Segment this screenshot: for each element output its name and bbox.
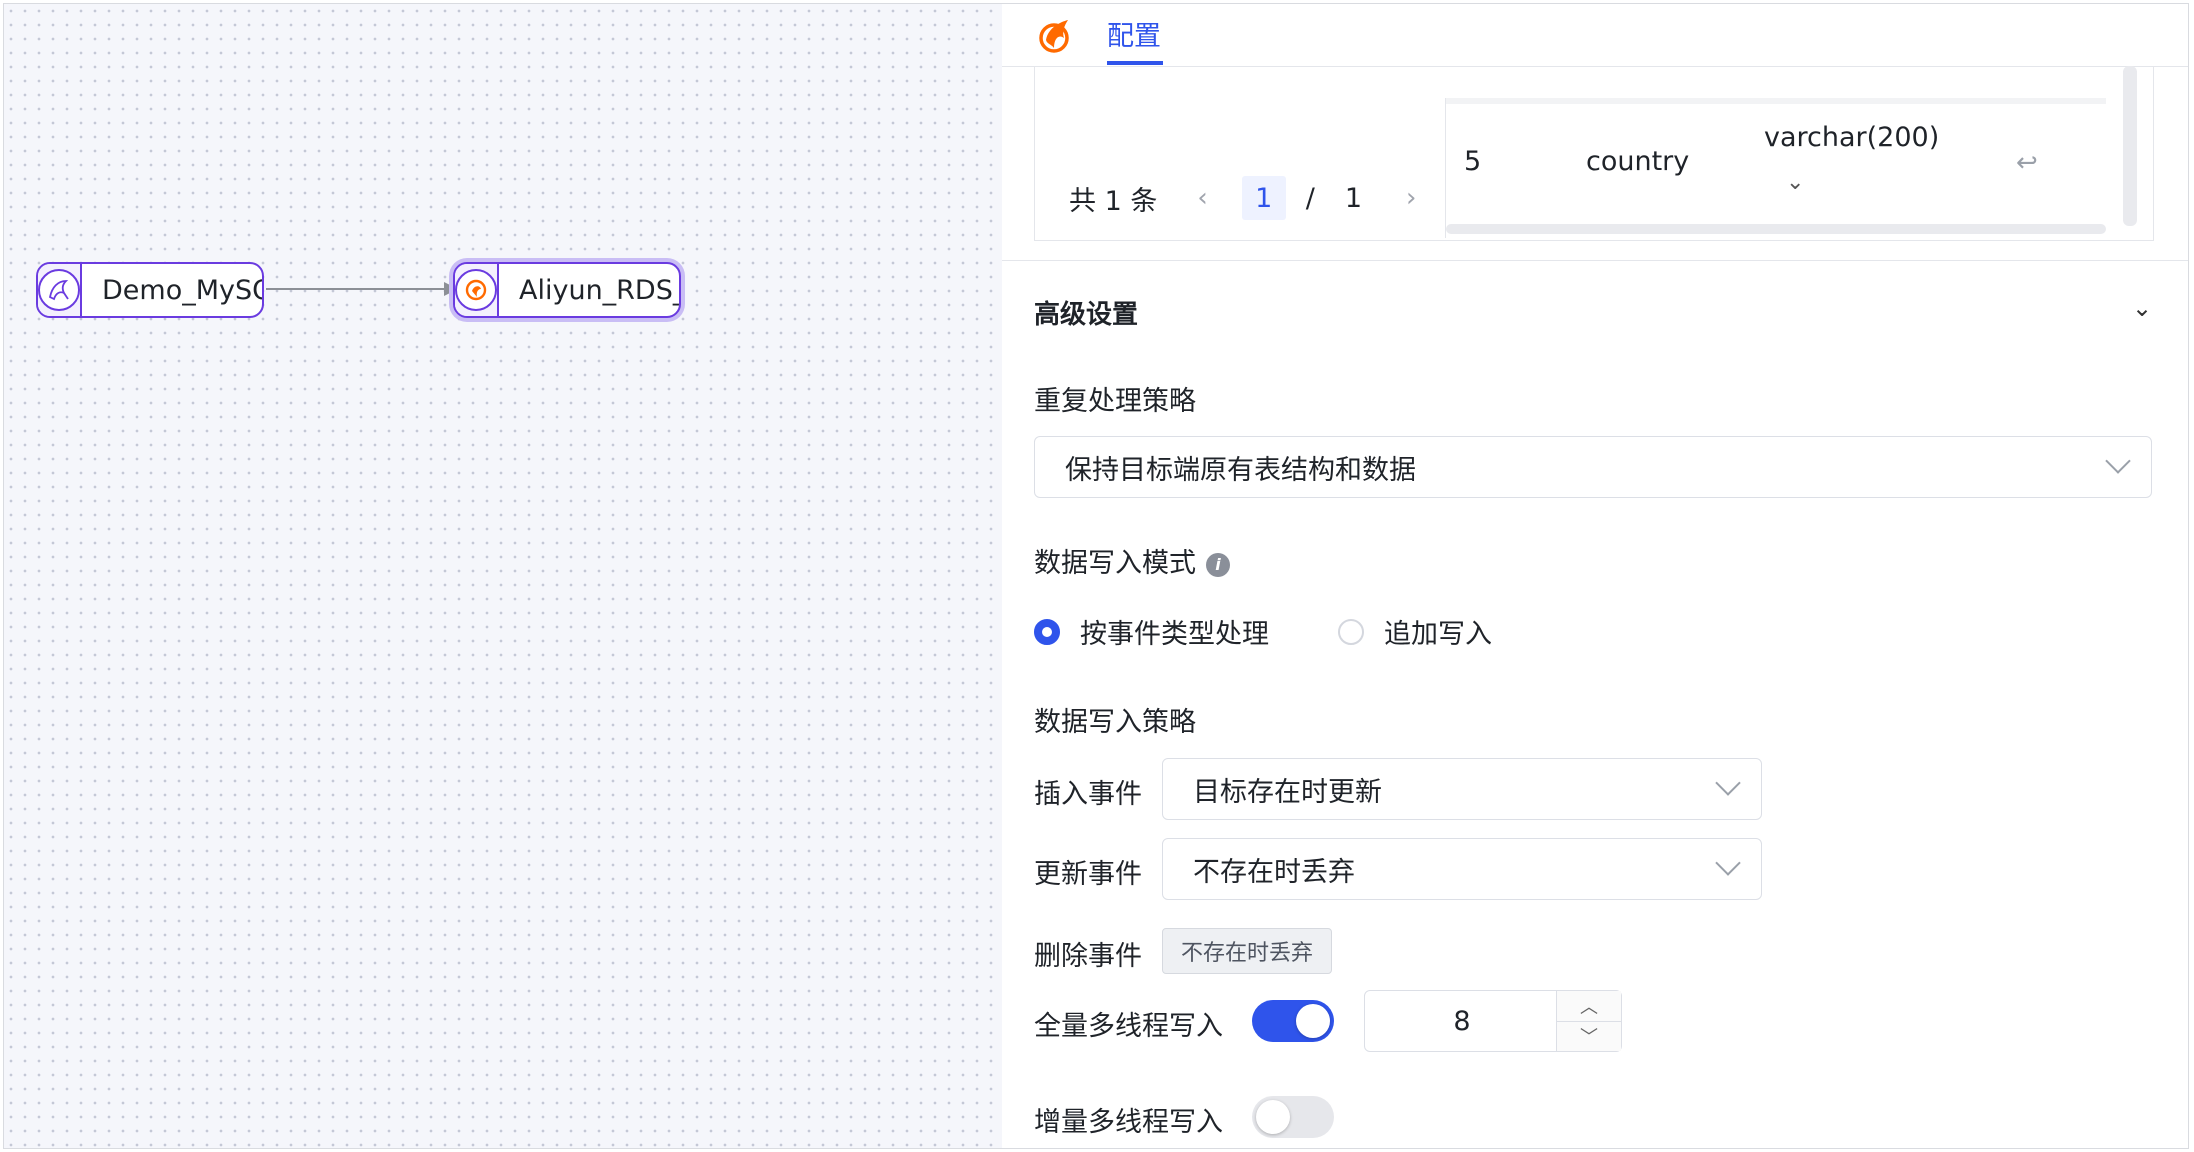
target-node[interactable]: Aliyun_RDS_M... <box>453 262 681 318</box>
target-node-icon-box <box>455 264 499 316</box>
delete-event-label: 删除事件 <box>1034 941 1142 972</box>
chevron-right-icon[interactable]: › <box>1406 183 1416 213</box>
source-node-label: Demo_MySQL <box>102 274 262 306</box>
update-event-value: 不存在时丢弃 <box>1193 856 1355 888</box>
undo-icon[interactable]: ↩ <box>2016 148 2038 178</box>
update-event-select[interactable]: 不存在时丢弃 <box>1162 838 1762 900</box>
field-name: country <box>1586 146 1690 177</box>
chevron-down-icon <box>1715 770 1741 796</box>
thread-count-stepper[interactable]: 8 ︿ ﹀ <box>1364 990 1622 1052</box>
radio-checked-icon <box>1034 618 1060 645</box>
insert-event-value: 目标存在时更新 <box>1193 776 1382 808</box>
target-node-label: Aliyun_RDS_M... <box>519 274 681 306</box>
source-node-icon-box <box>38 264 82 316</box>
toggle-knob <box>1296 1004 1330 1038</box>
config-panel: 配置 共 1 条 ‹ 1 / 1 › 5 country varchar(200… <box>1002 4 2188 1148</box>
pagination-total: 共 1 条 <box>1069 185 1158 217</box>
field-index: 5 <box>1464 146 1482 177</box>
insert-event-label: 插入事件 <box>1034 779 1142 810</box>
source-node[interactable]: Demo_MySQL <box>36 262 264 318</box>
advanced-settings-title[interactable]: 高级设置 <box>1034 294 1138 331</box>
aliyun-rds-icon <box>455 269 497 311</box>
flow-canvas[interactable]: Demo_MySQL Aliyun_RDS_M... <box>4 4 1003 1148</box>
dup-strategy-value: 保持目标端原有表结构和数据 <box>1065 454 1416 486</box>
chevron-down-icon[interactable]: ⌄ <box>2132 294 2152 322</box>
chevron-down-icon[interactable]: ⌄ <box>1786 170 1804 195</box>
vertical-scrollbar[interactable] <box>2123 66 2137 226</box>
section-divider <box>1002 260 2188 261</box>
radio-append-write-label: 追加写入 <box>1384 619 1492 650</box>
radio-append-write[interactable]: 追加写入 <box>1338 612 1492 651</box>
write-strategy-label: 数据写入策略 <box>1034 707 1196 738</box>
chevron-down-icon <box>2105 448 2131 474</box>
mysql-dolphin-icon <box>38 269 80 311</box>
pagination-current-page[interactable]: 1 <box>1241 176 1286 220</box>
dup-strategy-select[interactable]: 保持目标端原有表结构和数据 <box>1034 436 2152 498</box>
chevron-up-icon[interactable]: ︿ <box>1557 991 1621 1022</box>
incremental-multithread-label: 增量多线程写入 <box>1034 1107 1223 1138</box>
connection-edge[interactable] <box>266 274 466 304</box>
field-type-select[interactable]: varchar(200) <box>1764 122 1939 153</box>
field-mapping-card: 共 1 条 ‹ 1 / 1 › 5 country varchar(200) ⌄… <box>1034 66 2154 241</box>
aliyun-rds-logo-icon <box>1039 20 1069 53</box>
table-row: 5 country varchar(200) ⌄ ↩ <box>1446 108 2106 228</box>
chevron-left-icon[interactable]: ‹ <box>1197 183 1207 213</box>
pagination-separator: / <box>1305 182 1315 214</box>
tab-config[interactable]: 配置 <box>1107 14 1161 53</box>
toggle-knob <box>1256 1100 1290 1134</box>
info-icon[interactable]: i <box>1206 552 1230 577</box>
pagination: 共 1 条 ‹ 1 / 1 › <box>1069 176 1416 220</box>
dup-strategy-label: 重复处理策略 <box>1034 386 1196 417</box>
radio-event-type[interactable]: 按事件类型处理 <box>1034 612 1269 651</box>
full-multithread-toggle[interactable] <box>1252 1000 1334 1042</box>
write-mode-label: 数据写入模式 i <box>1034 541 1230 580</box>
pagination-total-pages: 1 <box>1344 182 1363 214</box>
incremental-multithread-toggle[interactable] <box>1252 1096 1334 1138</box>
thread-count-value[interactable]: 8 <box>1365 991 1559 1051</box>
chevron-down-icon <box>1715 850 1741 876</box>
panel-header: 配置 <box>1002 4 2188 67</box>
radio-event-type-label: 按事件类型处理 <box>1080 619 1269 650</box>
write-mode-label-text: 数据写入模式 <box>1034 548 1196 579</box>
delete-event-tag: 不存在时丢弃 <box>1162 928 1333 974</box>
horizontal-scrollbar[interactable] <box>1446 224 2106 234</box>
app-window: Demo_MySQL Aliyun_RDS_M... 配置 <box>3 3 2189 1149</box>
field-table-header <box>1446 98 2106 104</box>
stepper-buttons: ︿ ﹀ <box>1556 991 1621 1051</box>
insert-event-select[interactable]: 目标存在时更新 <box>1162 758 1762 820</box>
active-tab-indicator <box>1107 61 1163 65</box>
radio-unchecked-icon <box>1338 618 1364 645</box>
update-event-label: 更新事件 <box>1034 859 1142 890</box>
full-multithread-label: 全量多线程写入 <box>1034 1011 1223 1042</box>
chevron-down-icon[interactable]: ﹀ <box>1557 1021 1621 1051</box>
field-table: 5 country varchar(200) ⌄ ↩ <box>1445 98 2106 238</box>
